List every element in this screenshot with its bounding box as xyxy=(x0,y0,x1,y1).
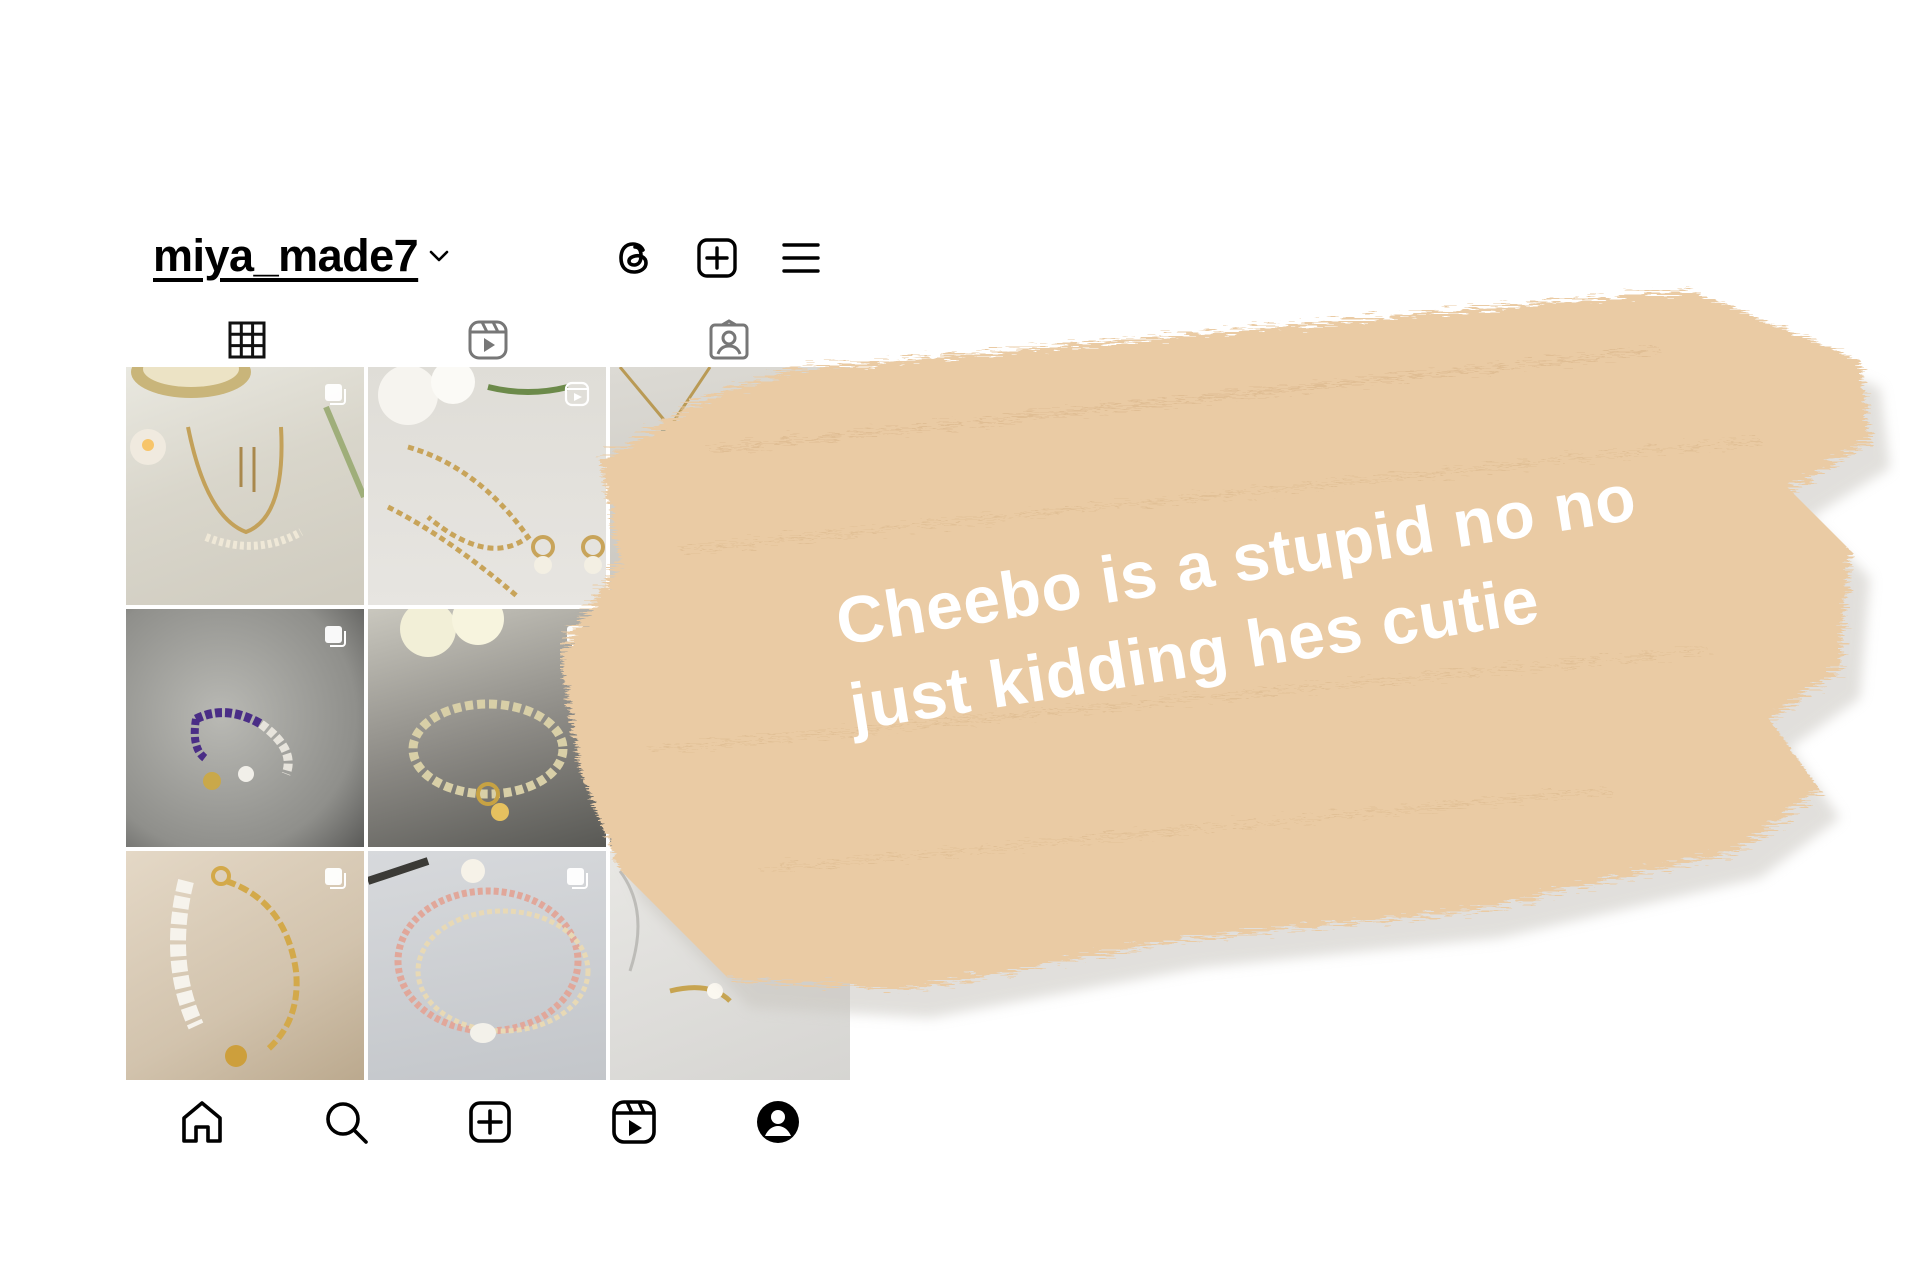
home-icon[interactable] xyxy=(178,1098,226,1146)
post-tile[interactable] xyxy=(126,851,364,1080)
carousel-icon xyxy=(322,381,348,407)
grid-tab-icon[interactable] xyxy=(226,319,268,361)
reels-tab-icon[interactable] xyxy=(467,319,509,361)
carousel-icon xyxy=(322,865,348,891)
carousel-icon xyxy=(322,623,348,649)
profile-username[interactable]: miya_made7 xyxy=(153,230,419,282)
post-tile[interactable] xyxy=(126,367,364,605)
create-icon[interactable] xyxy=(466,1098,514,1146)
instagram-profile-screen: miya_made7 Cheebo is a stupid no no just… xyxy=(0,0,1920,1282)
search-icon[interactable] xyxy=(322,1098,370,1146)
post-tile[interactable] xyxy=(126,609,364,847)
chevron-down-icon[interactable] xyxy=(428,249,450,263)
